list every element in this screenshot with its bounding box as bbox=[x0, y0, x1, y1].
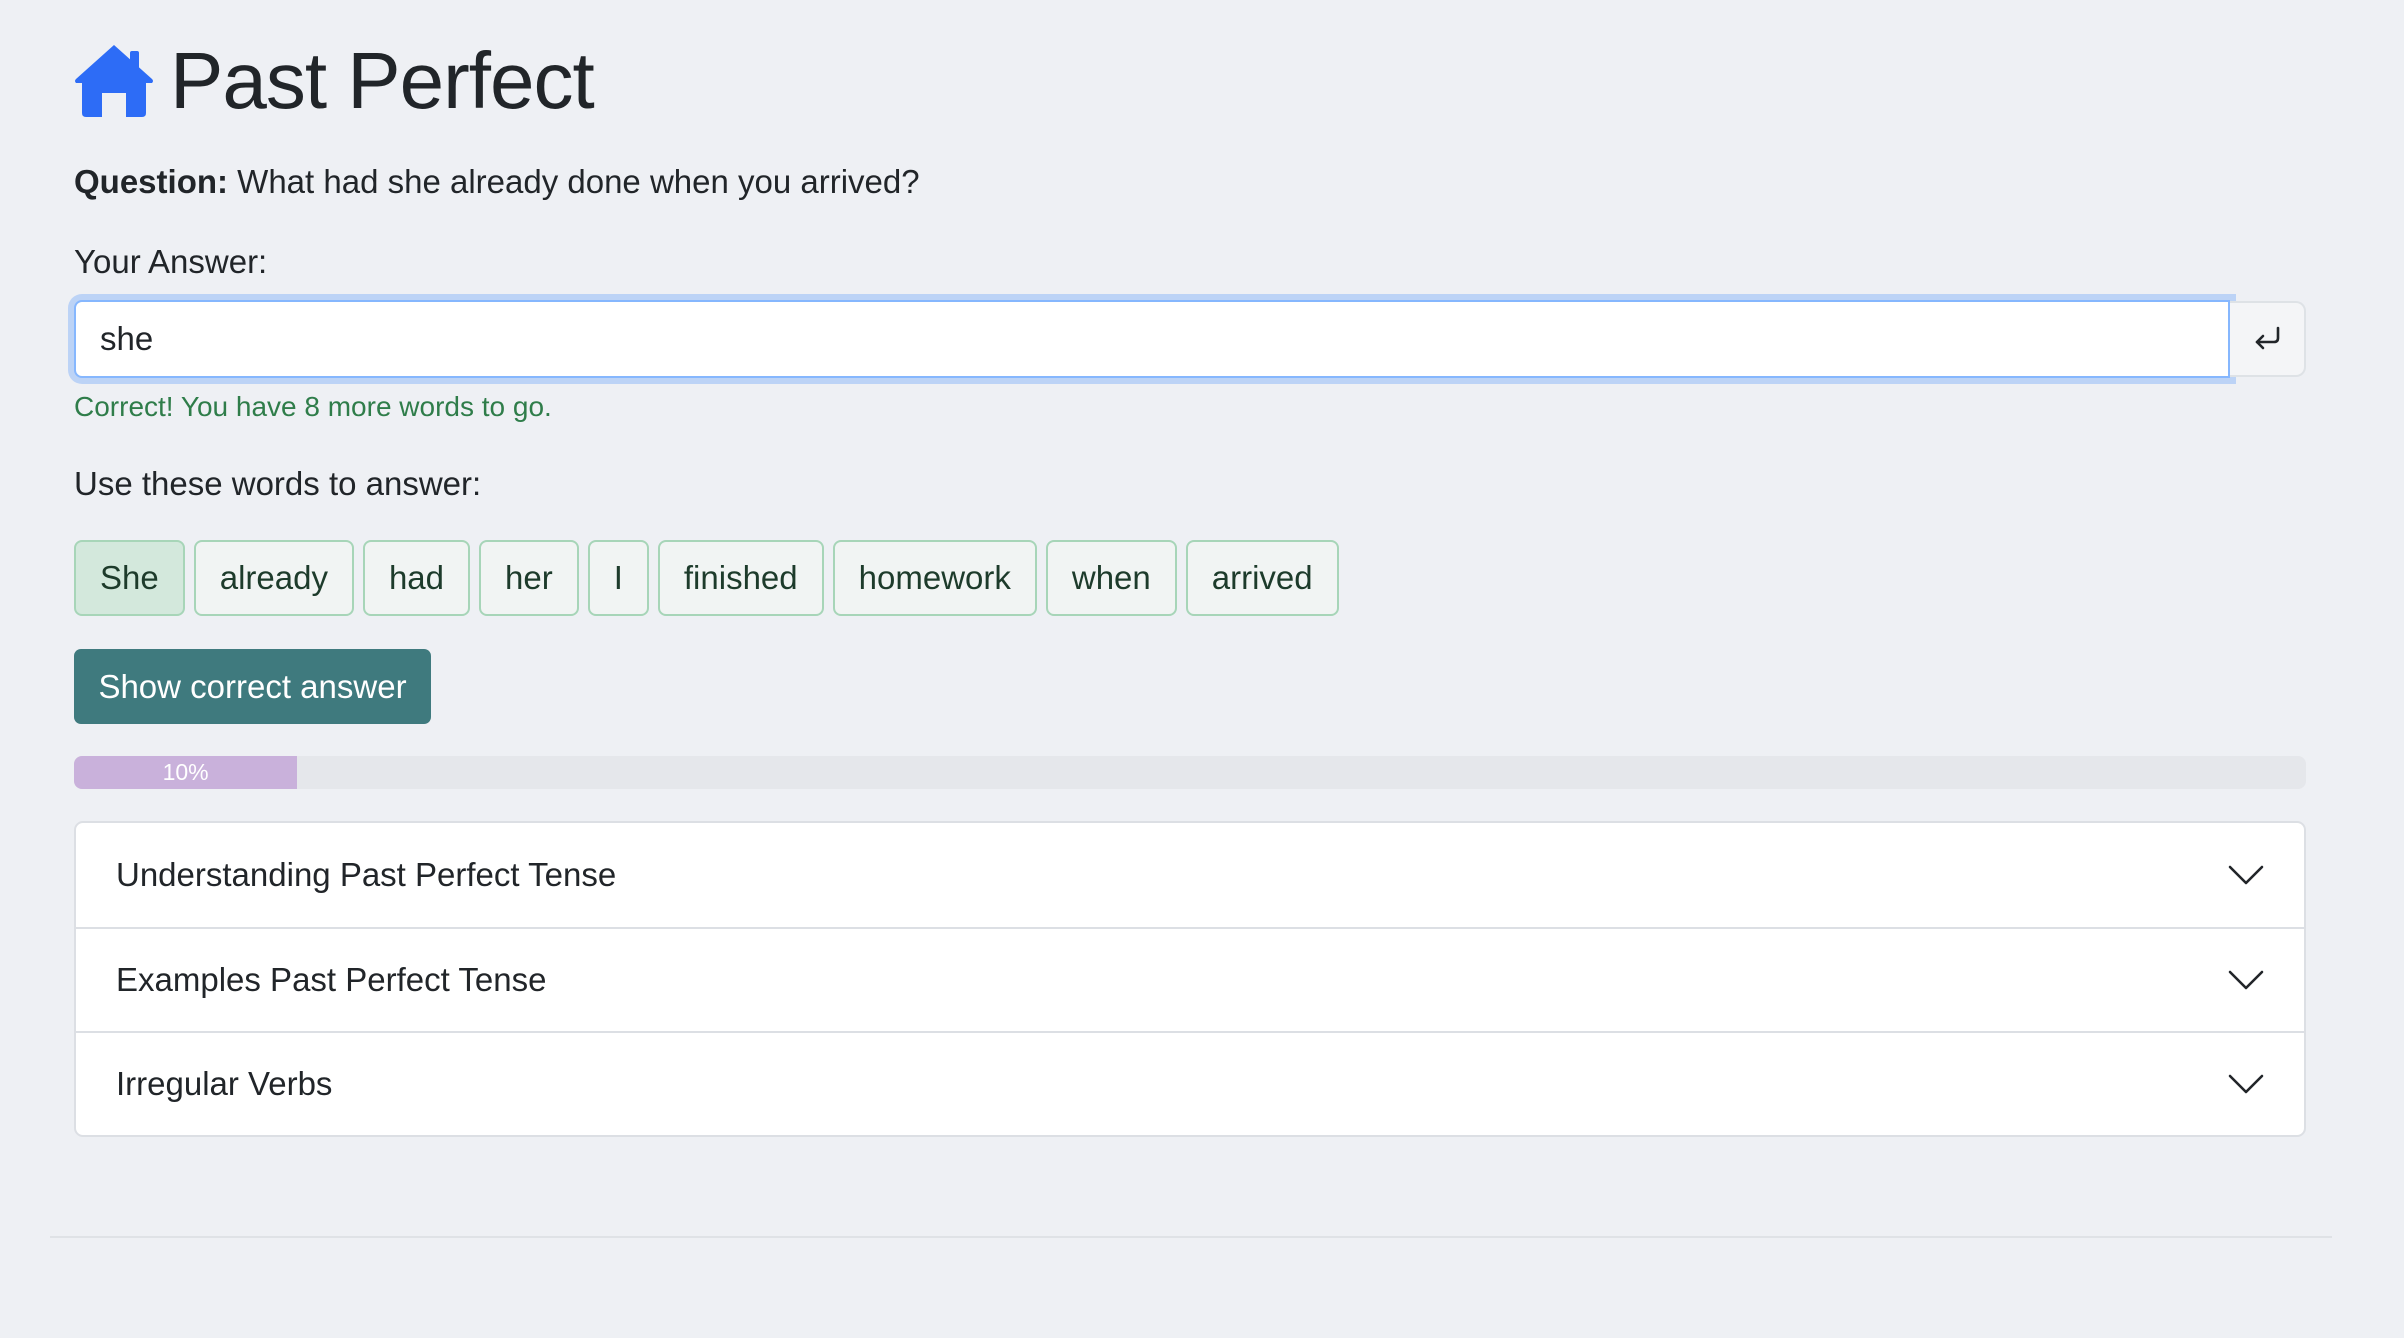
question: Question: What had she already done when… bbox=[74, 160, 920, 204]
accordion-item-irregular-verbs[interactable]: Irregular Verbs bbox=[76, 1031, 2304, 1135]
chevron-down-icon bbox=[2228, 864, 2264, 886]
accordion-item-examples[interactable]: Examples Past Perfect Tense bbox=[76, 927, 2304, 1031]
word-chip[interactable]: when bbox=[1045, 540, 1177, 616]
enter-icon bbox=[2252, 322, 2282, 357]
answer-label: Your Answer: bbox=[74, 243, 268, 280]
footer-divider bbox=[50, 1236, 2332, 1238]
feedback-message: Correct! You have 8 more words to go. bbox=[74, 391, 552, 422]
accordion: Understanding Past Perfect Tense Example… bbox=[74, 821, 2306, 1137]
word-chip[interactable]: had bbox=[362, 540, 471, 616]
word-chip[interactable]: She bbox=[74, 540, 185, 616]
chevron-down-icon bbox=[2228, 1073, 2264, 1095]
word-chip[interactable]: arrived bbox=[1185, 540, 1339, 616]
question-label: Question: bbox=[74, 163, 228, 200]
word-chips: She already had her I finished homework … bbox=[74, 540, 1339, 616]
word-chip[interactable]: already bbox=[193, 540, 354, 616]
word-chip[interactable]: her bbox=[479, 540, 579, 616]
answer-input[interactable] bbox=[74, 300, 2230, 378]
page-header: Past Perfect bbox=[74, 36, 595, 126]
chevron-down-icon bbox=[2228, 969, 2264, 991]
home-icon[interactable] bbox=[74, 43, 154, 119]
accordion-item-understanding[interactable]: Understanding Past Perfect Tense bbox=[76, 823, 2304, 927]
word-chip[interactable]: homework bbox=[832, 540, 1037, 616]
progress-fill: 10% bbox=[74, 756, 298, 789]
question-text: What had she already done when you arriv… bbox=[237, 163, 920, 200]
page-title: Past Perfect bbox=[170, 36, 595, 125]
submit-button[interactable] bbox=[2230, 301, 2306, 377]
progress-bar: 10% bbox=[74, 756, 2306, 789]
answer-input-group bbox=[74, 300, 2306, 378]
words-label: Use these words to answer: bbox=[74, 465, 482, 502]
show-correct-answer-button[interactable]: Show correct answer bbox=[74, 649, 431, 724]
word-chip[interactable]: I bbox=[587, 540, 649, 616]
accordion-label: Irregular Verbs bbox=[116, 1065, 333, 1102]
accordion-label: Understanding Past Perfect Tense bbox=[116, 856, 617, 893]
word-chip[interactable]: finished bbox=[657, 540, 824, 616]
accordion-label: Examples Past Perfect Tense bbox=[116, 961, 547, 998]
